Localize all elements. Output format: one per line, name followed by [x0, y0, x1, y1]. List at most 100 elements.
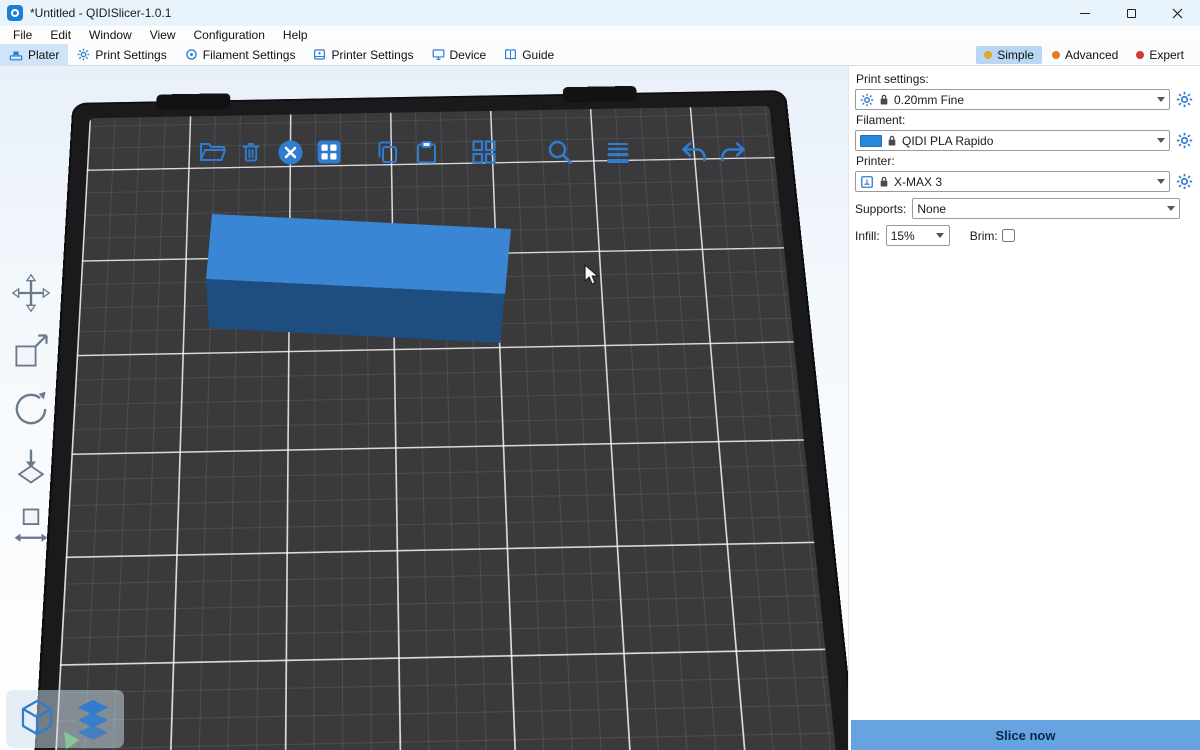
brim-label: Brim: [970, 229, 998, 243]
tab-label: Plater [28, 48, 59, 62]
open-folder-icon [199, 140, 226, 164]
filament-icon [185, 48, 198, 61]
split-objects-button[interactable] [470, 138, 498, 166]
arrange-icon [316, 139, 342, 165]
search-button[interactable] [546, 138, 574, 166]
printer-row: X-MAX 3 [855, 171, 1194, 192]
supports-combo[interactable]: None [912, 198, 1180, 219]
app-logo-icon [7, 5, 23, 21]
move-tool-button[interactable] [8, 270, 54, 316]
minimize-button[interactable] [1062, 0, 1108, 26]
filament-combo[interactable]: QIDI PLA Rapido [855, 130, 1170, 151]
left-toolbar [8, 270, 54, 548]
cube-3d-icon [16, 697, 58, 741]
close-button[interactable] [1154, 0, 1200, 26]
slice-now-button[interactable]: Slice now [851, 720, 1200, 750]
menu-file[interactable]: File [4, 28, 41, 42]
mode-advanced[interactable]: Advanced [1044, 46, 1126, 64]
print-settings-value: 0.20mm Fine [894, 93, 964, 107]
filament-gear-button[interactable] [1175, 131, 1194, 150]
mode-expert[interactable]: Expert [1128, 46, 1192, 64]
printer-label: Printer: [856, 154, 1194, 168]
menu-edit[interactable]: Edit [41, 28, 80, 42]
infill-brim-row: Infill: 15% Brim: [855, 225, 1194, 246]
plater-icon [9, 48, 23, 62]
place-on-face-tool-button[interactable] [8, 444, 54, 490]
delete-all-button[interactable] [276, 138, 304, 166]
variable-layer-height-button[interactable] [604, 138, 632, 166]
menu-configuration[interactable]: Configuration [185, 28, 274, 42]
rotate-tool-button[interactable] [8, 386, 54, 432]
brim-checkbox[interactable] [1002, 229, 1015, 242]
minimize-icon [1080, 13, 1090, 14]
chevron-down-icon [1157, 179, 1165, 184]
undo-button[interactable] [680, 138, 708, 166]
undo-arrow-icon [680, 140, 708, 164]
delete-all-icon [277, 139, 304, 166]
chevron-down-icon [1157, 97, 1165, 102]
main-area: Print settings: 0.20mm Fine Filament: [0, 66, 1200, 750]
scale-icon [10, 330, 52, 372]
mode-simple[interactable]: Simple [976, 46, 1042, 64]
3d-viewport[interactable] [0, 66, 848, 750]
measure-tool-button[interactable] [8, 502, 54, 548]
menu-view[interactable]: View [141, 28, 185, 42]
tabbar: Plater Print Settings Filament Settings … [0, 44, 1200, 66]
tab-device[interactable]: Device [423, 44, 496, 65]
tab-guide[interactable]: Guide [495, 44, 563, 65]
device-monitor-icon [432, 48, 445, 61]
gear-icon [1176, 91, 1193, 108]
printer-combo[interactable]: X-MAX 3 [855, 171, 1170, 192]
menubar: File Edit Window View Configuration Help [0, 26, 1200, 44]
split-objects-icon [471, 139, 497, 165]
delete-button[interactable] [237, 138, 265, 166]
arrange-button[interactable] [315, 138, 343, 166]
tab-label: Printer Settings [331, 48, 413, 62]
lock-icon [887, 134, 897, 147]
close-icon [1172, 8, 1183, 19]
printer-icon [313, 48, 326, 61]
advanced-mode-dot-icon [1052, 51, 1060, 59]
tab-printer-settings[interactable]: Printer Settings [304, 44, 422, 65]
mode-switcher: Simple Advanced Expert [976, 44, 1200, 65]
redo-arrow-icon [719, 140, 747, 164]
gear-icon [1176, 173, 1193, 190]
menu-window[interactable]: Window [80, 28, 141, 42]
mode-label: Simple [997, 48, 1034, 62]
chevron-down-icon [936, 233, 944, 238]
scale-tool-button[interactable] [8, 328, 54, 374]
tab-filament-settings[interactable]: Filament Settings [176, 44, 305, 65]
window-controls [1062, 0, 1200, 26]
bed-clip [156, 93, 230, 110]
editor-view-button[interactable] [13, 695, 61, 743]
printer-gear-button[interactable] [1175, 172, 1194, 191]
settings-sidebar: Print settings: 0.20mm Fine Filament: [848, 66, 1200, 750]
dropdown-arrow [1152, 131, 1169, 150]
expert-mode-dot-icon [1136, 51, 1144, 59]
tab-label: Device [450, 48, 487, 62]
chevron-down-icon [1167, 206, 1175, 211]
maximize-button[interactable] [1108, 0, 1154, 26]
tab-plater[interactable]: Plater [0, 44, 68, 65]
chevron-down-icon [1157, 138, 1165, 143]
print-settings-gear-button[interactable] [1175, 90, 1194, 109]
dropdown-arrow [932, 226, 949, 245]
tab-print-settings[interactable]: Print Settings [68, 44, 175, 65]
rotate-icon [10, 388, 52, 430]
tab-label: Print Settings [95, 48, 166, 62]
filament-row: QIDI PLA Rapido [855, 130, 1194, 151]
filament-label: Filament: [856, 113, 1194, 127]
redo-button[interactable] [719, 138, 747, 166]
print-settings-combo[interactable]: 0.20mm Fine [855, 89, 1170, 110]
menu-help[interactable]: Help [274, 28, 317, 42]
print-bed [47, 106, 848, 750]
infill-combo[interactable]: 15% [886, 225, 950, 246]
preview-view-button[interactable] [69, 695, 117, 743]
infill-value: 15% [891, 229, 915, 243]
dropdown-arrow [1162, 199, 1179, 218]
paste-button[interactable] [412, 138, 440, 166]
gear-icon [1176, 132, 1193, 149]
copy-button[interactable] [373, 138, 401, 166]
open-file-button[interactable] [198, 138, 226, 166]
infill-label: Infill: [855, 229, 880, 243]
